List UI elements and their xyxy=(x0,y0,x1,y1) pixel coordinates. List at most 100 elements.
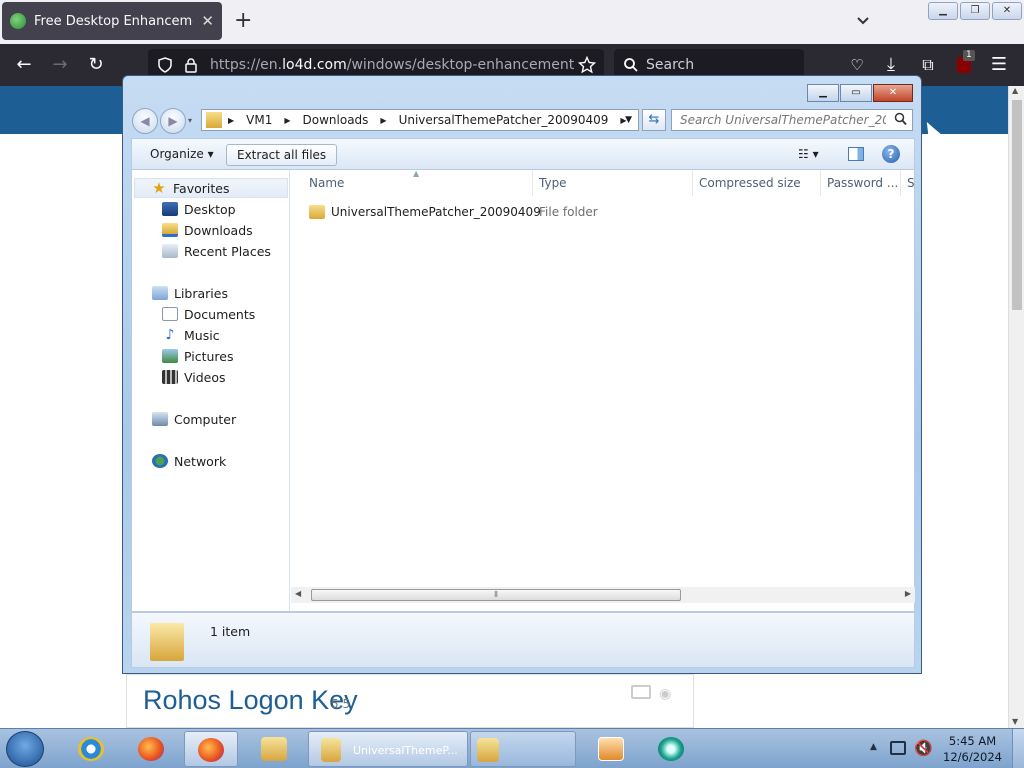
restore-button[interactable]: ❐ xyxy=(960,2,990,20)
nav-label: Pictures xyxy=(184,348,234,364)
horizontal-scrollbar[interactable]: ◀ ⦀ ▶ xyxy=(291,587,915,603)
taskbar-window-label: UniversalThemeP... xyxy=(353,744,457,757)
explorer-back-button[interactable]: ◀ xyxy=(132,108,158,134)
file-name[interactable]: UniversalThemePatcher_20090409 xyxy=(331,205,541,219)
music-note-icon: ♪ xyxy=(165,327,175,343)
zip-folder-icon xyxy=(321,738,341,762)
network-tray-icon[interactable] xyxy=(890,741,906,755)
taskbar-explorer-window-2[interactable] xyxy=(470,731,576,767)
nav-item-pictures[interactable]: Pictures xyxy=(162,346,234,366)
reload-icon[interactable]: ↻ xyxy=(85,54,107,76)
teal-app-icon xyxy=(658,737,684,761)
column-header-password[interactable]: Password ... xyxy=(821,170,901,196)
nav-item-downloads[interactable]: Downloads xyxy=(162,220,253,240)
zip-folder-icon xyxy=(206,112,222,128)
taskbar-explorer-window[interactable]: UniversalThemeP... xyxy=(308,731,468,767)
column-header-label: Si xyxy=(907,176,915,190)
preview-pane-icon[interactable] xyxy=(848,147,864,161)
address-dropdown-icon[interactable]: ▼ xyxy=(625,115,632,125)
column-header-name[interactable]: ▲ Name xyxy=(291,170,533,196)
column-header-size[interactable]: Si xyxy=(901,170,915,196)
taskbar-firefox-window[interactable] xyxy=(184,731,238,767)
show-hidden-icons-icon[interactable]: ▲ xyxy=(870,742,877,752)
menu-icon[interactable]: ☰ xyxy=(988,54,1010,76)
scroll-up-icon[interactable]: ▲ xyxy=(1012,86,1018,95)
scroll-down-icon[interactable]: ▼ xyxy=(1012,717,1018,726)
software-title[interactable]: Rohos Logon Key xyxy=(143,685,358,716)
breadcrumb-vm1[interactable]: VM1 xyxy=(240,113,278,127)
nav-label: Videos xyxy=(184,369,226,385)
column-header-compressed-size[interactable]: Compressed size xyxy=(693,170,821,196)
recent-places-icon xyxy=(162,244,178,258)
desktop-icon xyxy=(162,202,178,216)
forward-icon[interactable]: → xyxy=(49,54,71,76)
page-scroll-thumb[interactable] xyxy=(1012,100,1022,310)
recent-pages-dropdown[interactable]: ▾ xyxy=(188,108,198,134)
taskbar-app-teal[interactable] xyxy=(646,731,696,767)
breadcrumb-separator[interactable]: ▶ xyxy=(278,116,296,125)
file-type: File folder xyxy=(539,205,598,219)
organize-button[interactable]: Organize ▾ xyxy=(140,144,224,166)
ublock-icon[interactable]: 1 xyxy=(953,50,975,76)
bookmark-star-icon[interactable] xyxy=(578,56,596,74)
change-view-icon[interactable]: ☷ ▾ xyxy=(798,147,828,161)
column-header-type[interactable]: Type xyxy=(533,170,693,196)
system-clock[interactable]: 5:45 AM 12/6/2024 xyxy=(943,733,1002,765)
file-row[interactable]: UniversalThemePatcher_20090409 File fold… xyxy=(309,202,598,222)
list-all-tabs-icon[interactable] xyxy=(855,13,871,29)
refresh-button[interactable]: ⇆ xyxy=(642,109,666,131)
breadcrumb-downloads[interactable]: Downloads xyxy=(297,113,375,127)
lock-icon[interactable] xyxy=(184,57,198,73)
nav-item-desktop[interactable]: Desktop xyxy=(162,199,236,219)
explorer-body: ★ Favorites Desktop Downloads Recent Pla… xyxy=(131,170,915,612)
file-explorer-icon xyxy=(261,737,287,761)
tracking-shield-icon[interactable] xyxy=(157,57,173,73)
taskbar-firefox-pinned[interactable] xyxy=(126,731,176,767)
nav-item-libraries[interactable]: Libraries xyxy=(152,283,228,303)
nav-item-recent-places[interactable]: Recent Places xyxy=(162,241,271,261)
clock-date: 12/6/2024 xyxy=(943,750,1002,764)
explorer-maximize-button[interactable]: ▭ xyxy=(840,84,872,102)
nav-item-favorites[interactable]: ★ Favorites xyxy=(134,178,288,198)
nav-item-computer[interactable]: Computer xyxy=(152,409,236,429)
nav-item-videos[interactable]: Videos xyxy=(162,367,226,387)
explorer-minimize-button[interactable]: ▁ xyxy=(807,84,839,102)
nav-item-documents[interactable]: Documents xyxy=(162,304,255,324)
breadcrumb-separator[interactable]: ▶ xyxy=(222,116,240,125)
taskbar-media-player[interactable] xyxy=(586,731,636,767)
breadcrumb-current-folder[interactable]: UniversalThemePatcher_20090409 xyxy=(393,113,615,127)
breadcrumb-separator[interactable]: ▶ xyxy=(374,116,392,125)
scroll-left-icon[interactable]: ◀ xyxy=(295,589,301,598)
taskbar-file-explorer[interactable] xyxy=(248,731,302,767)
taskbar-internet-explorer[interactable] xyxy=(66,731,116,767)
extract-all-button[interactable]: Extract all files xyxy=(226,144,338,166)
search-icon[interactable] xyxy=(894,112,907,126)
minimize-button[interactable]: ▁ xyxy=(928,2,958,20)
explorer-search-input[interactable]: Search UniversalThemePatcher_20090... xyxy=(671,109,913,131)
page-scrollbar[interactable]: ▲ ▼ xyxy=(1008,86,1024,728)
window-controls: ▁ ❐ ✕ xyxy=(928,2,1022,20)
explorer-close-button[interactable]: ✕ xyxy=(873,84,913,102)
help-icon[interactable]: ? xyxy=(882,145,900,163)
scroll-right-icon[interactable]: ▶ xyxy=(905,589,911,598)
close-window-button[interactable]: ✕ xyxy=(992,2,1022,20)
close-tab-icon[interactable]: ✕ xyxy=(201,12,214,30)
browser-tab[interactable]: Free Desktop Enhancement Software ✕ xyxy=(2,2,222,40)
horizontal-scroll-thumb[interactable]: ⦀ xyxy=(311,589,681,601)
show-desktop-button[interactable] xyxy=(1012,729,1024,768)
column-header-label: Compressed size xyxy=(699,176,801,190)
details-pane: 1 item xyxy=(131,612,915,668)
volume-muted-icon[interactable]: 🔇 xyxy=(914,739,933,757)
pocket-icon[interactable]: ♡ xyxy=(846,54,868,76)
explorer-forward-button[interactable]: ▶ xyxy=(160,108,186,134)
nav-item-music[interactable]: ♪ Music xyxy=(162,325,220,345)
back-icon[interactable]: ← xyxy=(13,54,35,76)
downloads-icon[interactable]: ⤓ xyxy=(880,54,902,76)
software-listing-card[interactable]: Rohos Logon Key 5.5 ◉ xyxy=(126,674,694,728)
address-bar[interactable]: ▶ VM1 ▶ Downloads ▶ UniversalThemePatche… xyxy=(201,109,639,131)
start-button[interactable] xyxy=(6,731,44,767)
extensions-icon[interactable]: ⧉ xyxy=(917,54,939,76)
nav-item-network[interactable]: Network xyxy=(152,451,226,471)
new-tab-button[interactable]: + xyxy=(234,10,252,32)
url-text[interactable]: https://en.lo4d.com/windows/desktop-enha… xyxy=(210,57,574,73)
